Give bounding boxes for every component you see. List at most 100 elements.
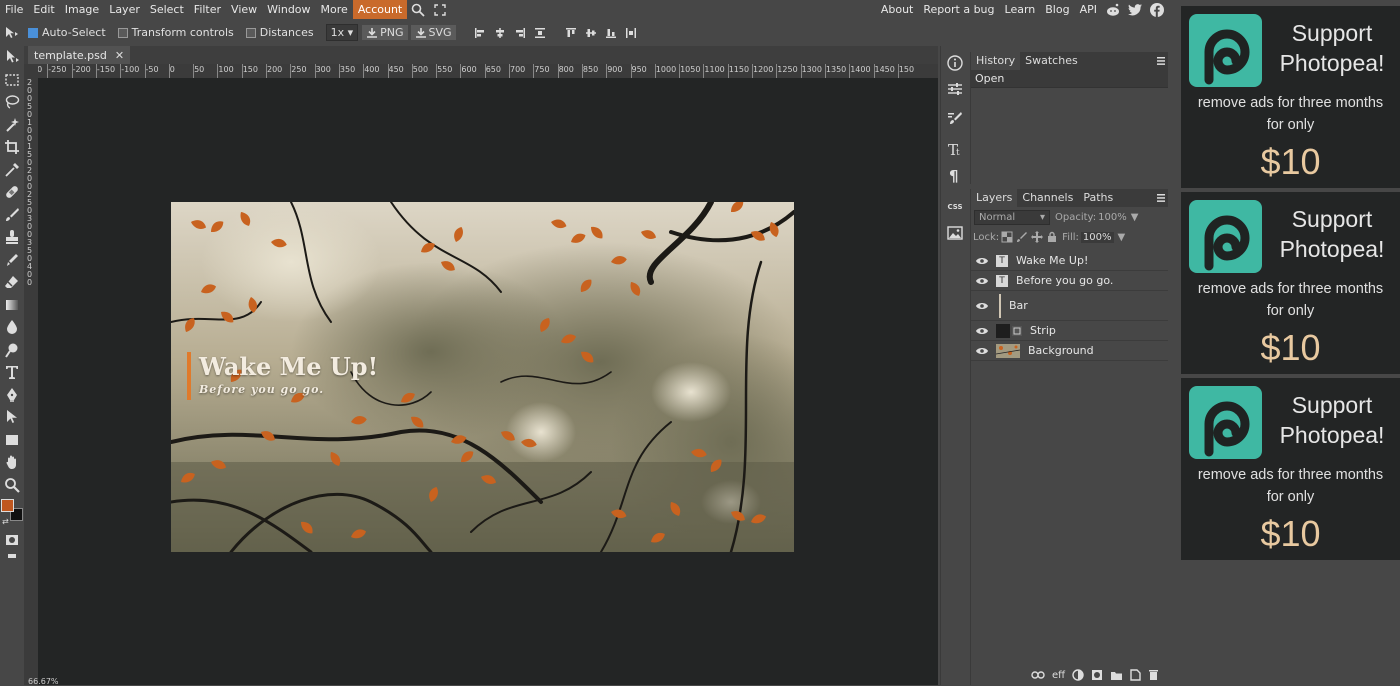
facebook-icon[interactable] — [1150, 2, 1164, 17]
align-right-icon[interactable] — [513, 26, 527, 40]
lasso-tool[interactable] — [0, 91, 24, 114]
swap-colors-icon[interactable]: ⇄ — [2, 517, 9, 526]
stamp-tool[interactable] — [0, 226, 24, 249]
type-tool[interactable] — [0, 361, 24, 384]
layer-row[interactable]: T Before you go go. — [971, 271, 1168, 291]
eye-icon[interactable] — [976, 277, 990, 285]
menu-file[interactable]: File — [0, 0, 28, 19]
gradient-tool[interactable] — [0, 294, 24, 317]
opacity-value[interactable]: 100% — [1098, 212, 1127, 223]
hand-tool[interactable] — [0, 451, 24, 474]
support-ad[interactable]: Support Photopea! remove ads for three mo… — [1181, 378, 1400, 560]
support-ad[interactable]: Support Photopea! remove ads for three mo… — [1181, 6, 1400, 188]
menu-api[interactable]: API — [1075, 0, 1102, 19]
foreground-color-swatch[interactable] — [1, 499, 14, 512]
info-panel-button[interactable] — [941, 50, 969, 76]
folder-icon[interactable] — [1110, 670, 1123, 681]
auto-select-option[interactable]: Auto-Select — [28, 26, 106, 39]
scale-select[interactable]: 1x ▾ — [325, 24, 359, 41]
blend-mode-select[interactable]: Normal ▾ — [974, 209, 1050, 225]
layer-row[interactable]: Strip — [971, 321, 1168, 341]
document-canvas[interactable]: Wake Me Up! Before you go go. — [171, 202, 794, 552]
menu-about[interactable]: About — [876, 0, 919, 19]
panel-menu-icon[interactable] — [1156, 56, 1166, 66]
eye-icon[interactable] — [976, 347, 990, 355]
tab-swatches[interactable]: Swatches — [1020, 52, 1083, 70]
layer-row[interactable]: T Wake Me Up! — [971, 251, 1168, 271]
export-png-button[interactable]: PNG — [362, 25, 408, 40]
fill-dropdown-icon[interactable]: ▼ — [1118, 232, 1126, 243]
align-center-h-icon[interactable] — [493, 26, 507, 40]
eye-icon[interactable] — [976, 257, 990, 265]
brush-panel-button[interactable] — [941, 106, 969, 132]
color-swatches[interactable]: ⇄ — [0, 496, 24, 530]
search-icon[interactable] — [411, 3, 425, 17]
move-tool-icon[interactable] — [0, 26, 24, 40]
fullscreen-icon[interactable] — [433, 3, 447, 17]
shape-tool[interactable] — [0, 429, 24, 452]
twitter-icon[interactable] — [1128, 3, 1142, 17]
menu-account[interactable]: Account — [352, 0, 408, 19]
export-svg-button[interactable]: SVG — [410, 25, 456, 40]
mask-icon[interactable] — [1091, 669, 1103, 681]
align-middle-icon[interactable] — [584, 26, 598, 40]
brush-tool[interactable] — [0, 204, 24, 227]
magic-wand-tool[interactable] — [0, 114, 24, 137]
new-layer-icon[interactable] — [1130, 669, 1141, 681]
menu-filter[interactable]: Filter — [189, 0, 226, 19]
menu-learn[interactable]: Learn — [1000, 0, 1041, 19]
menu-more[interactable]: More — [316, 0, 353, 19]
pen-tool[interactable] — [0, 384, 24, 407]
document-tab[interactable]: template.psd ✕ — [28, 46, 131, 64]
blur-tool[interactable] — [0, 316, 24, 339]
opacity-dropdown-icon[interactable]: ▼ — [1131, 212, 1139, 223]
menu-window[interactable]: Window — [262, 0, 315, 19]
css-panel-button[interactable]: CSS — [941, 194, 969, 220]
menu-report-bug[interactable]: Report a bug — [918, 0, 999, 19]
dodge-tool[interactable] — [0, 339, 24, 362]
tab-channels[interactable]: Channels — [1017, 189, 1078, 207]
lock-pixels-icon[interactable] — [1016, 231, 1028, 243]
transform-controls-option[interactable]: Transform controls — [117, 26, 234, 39]
eye-icon[interactable] — [976, 327, 990, 335]
adjustments-panel-button[interactable] — [941, 76, 969, 102]
canvas-area[interactable]: Wake Me Up! Before you go go. — [38, 78, 938, 685]
quick-mask-tool[interactable] — [0, 530, 24, 550]
eye-icon[interactable] — [976, 302, 990, 310]
align-bottom-icon[interactable] — [604, 26, 618, 40]
menu-select[interactable]: Select — [145, 0, 189, 19]
distances-option[interactable]: Distances — [245, 26, 314, 39]
move-tool[interactable] — [0, 46, 24, 69]
screen-mode-tool[interactable] — [0, 550, 24, 562]
align-left-icon[interactable] — [473, 26, 487, 40]
zoom-tool[interactable] — [0, 474, 24, 497]
crop-tool[interactable] — [0, 136, 24, 159]
menu-image[interactable]: Image — [60, 0, 104, 19]
delete-layer-icon[interactable] — [1148, 669, 1159, 681]
menu-blog[interactable]: Blog — [1040, 0, 1074, 19]
layer-row[interactable]: Bar — [971, 291, 1168, 321]
tab-history[interactable]: History — [971, 52, 1021, 70]
panel-menu-icon[interactable] — [1156, 193, 1166, 203]
eraser-tool[interactable] — [0, 271, 24, 294]
tab-layers[interactable]: Layers — [971, 189, 1018, 207]
effects-button[interactable]: eff — [1052, 670, 1065, 681]
history-item[interactable]: Open — [971, 70, 1168, 88]
link-icon[interactable] — [1031, 670, 1045, 680]
menu-layer[interactable]: Layer — [104, 0, 145, 19]
character-panel-button[interactable]: Tt — [941, 136, 969, 162]
support-ad[interactable]: Support Photopea! remove ads for three mo… — [1181, 192, 1400, 374]
eyedropper-tool[interactable] — [0, 159, 24, 182]
transform-controls-checkbox[interactable] — [117, 27, 128, 38]
auto-select-checkbox[interactable] — [28, 27, 38, 38]
distribute-v-icon[interactable] — [624, 26, 638, 40]
fill-value[interactable]: 100% — [1080, 231, 1114, 243]
history-brush-tool[interactable] — [0, 249, 24, 272]
path-select-tool[interactable] — [0, 406, 24, 429]
layer-row[interactable]: Background — [971, 341, 1168, 361]
close-tab-icon[interactable]: ✕ — [115, 49, 124, 62]
reddit-icon[interactable] — [1106, 3, 1120, 17]
marquee-tool[interactable] — [0, 69, 24, 92]
adjustment-layer-icon[interactable] — [1072, 669, 1084, 681]
tab-paths[interactable]: Paths — [1078, 189, 1118, 207]
